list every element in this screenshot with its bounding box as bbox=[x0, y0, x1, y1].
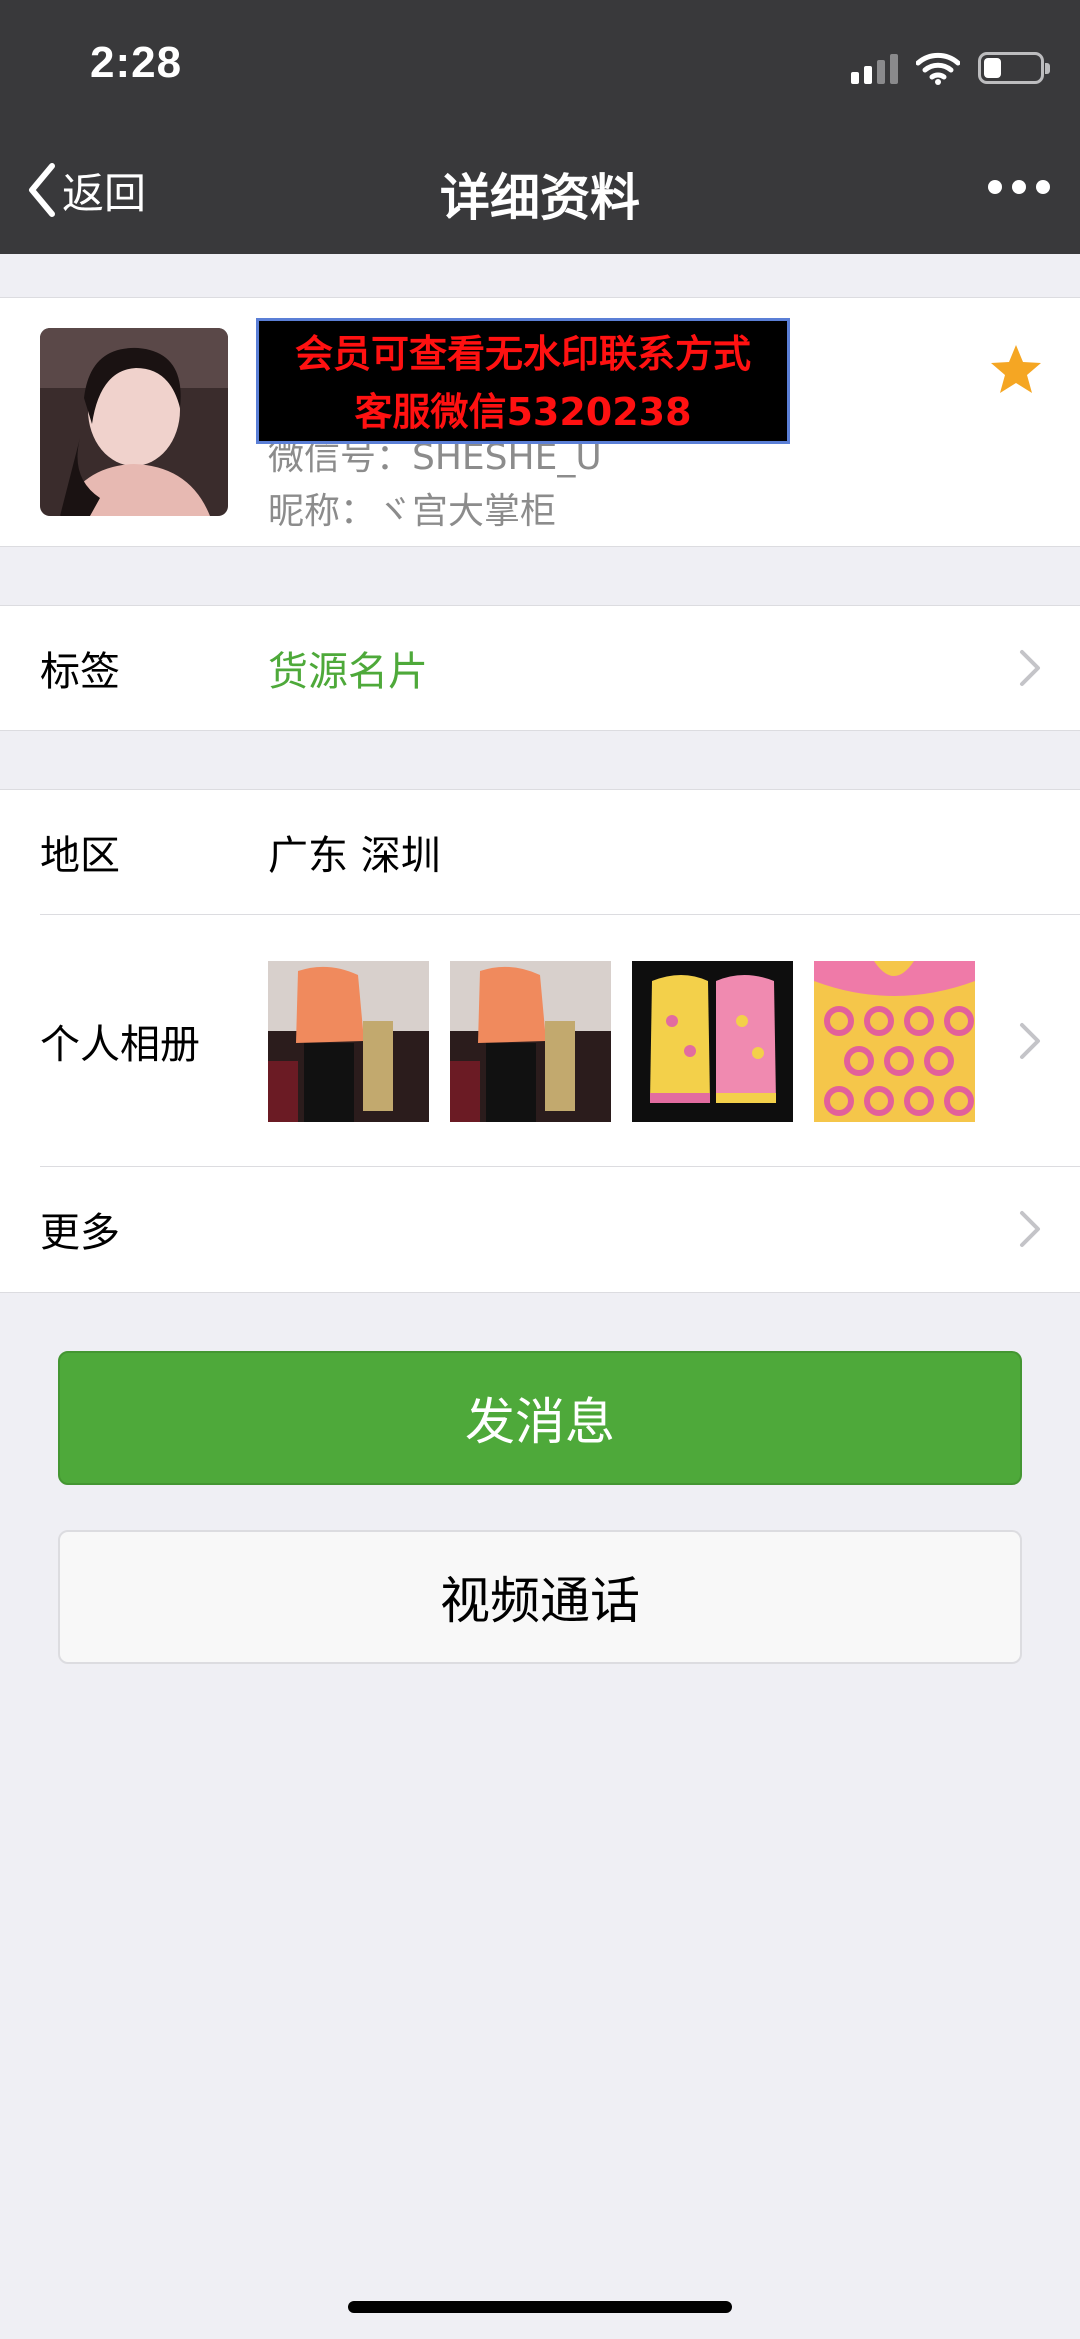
chevron-right-icon bbox=[1020, 650, 1040, 686]
profile-card: 微信号：SHESHE_U 昵称：ヾ宫大掌柜 会员可查看无水印联系方式 客服微信5… bbox=[0, 297, 1080, 547]
home-indicator[interactable] bbox=[348, 2301, 732, 2313]
page-title: 详细资料 bbox=[440, 169, 640, 227]
region-value: 广东 深圳 bbox=[268, 833, 441, 879]
tag-value: 货源名片 bbox=[268, 649, 428, 695]
watermark-line1: 会员可查看无水印联系方式 bbox=[294, 332, 751, 376]
album-label: 个人相册 bbox=[40, 1021, 200, 1068]
region-row: 地区 广东 深圳 bbox=[0, 790, 1080, 914]
dot-icon bbox=[988, 180, 1002, 194]
nickname-text: 昵称：ヾ宫大掌柜 bbox=[268, 491, 557, 532]
watermark-line2: 客服微信5320238 bbox=[354, 390, 692, 434]
top-bar: 2:28 返回 详细资料 bbox=[0, 0, 1080, 254]
signal-icon bbox=[851, 52, 898, 84]
more-label: 更多 bbox=[40, 1210, 120, 1256]
chevron-right-icon bbox=[1020, 1211, 1040, 1247]
info-group: 地区 广东 深圳 个人相册 更多 bbox=[0, 789, 1080, 1293]
tag-card: 标签 货源名片 bbox=[0, 605, 1080, 731]
dot-icon bbox=[1012, 180, 1026, 194]
status-time: 2:28 bbox=[90, 38, 183, 87]
video-call-button[interactable]: 视频通话 bbox=[58, 1530, 1022, 1664]
more-options-button[interactable] bbox=[988, 180, 1050, 194]
chevron-right-icon bbox=[1020, 1022, 1040, 1059]
status-icons bbox=[851, 48, 1050, 88]
tag-label: 标签 bbox=[40, 649, 120, 695]
more-row[interactable]: 更多 bbox=[0, 1167, 1080, 1291]
watermark-banner: 会员可查看无水印联系方式 客服微信5320238 bbox=[256, 318, 790, 444]
album-thumbnails bbox=[268, 961, 975, 1122]
wifi-icon bbox=[916, 52, 960, 85]
album-thumb[interactable] bbox=[814, 961, 975, 1122]
dot-icon bbox=[1036, 180, 1050, 194]
album-thumb[interactable] bbox=[268, 961, 429, 1122]
region-label: 地区 bbox=[40, 833, 120, 879]
send-message-button[interactable]: 发消息 bbox=[58, 1351, 1022, 1485]
album-thumb[interactable] bbox=[450, 961, 611, 1122]
tag-row[interactable]: 标签 货源名片 bbox=[0, 606, 1080, 730]
star-icon[interactable] bbox=[988, 342, 1044, 398]
battery-icon bbox=[978, 52, 1050, 84]
avatar[interactable] bbox=[40, 328, 228, 516]
album-thumb[interactable] bbox=[632, 961, 793, 1122]
